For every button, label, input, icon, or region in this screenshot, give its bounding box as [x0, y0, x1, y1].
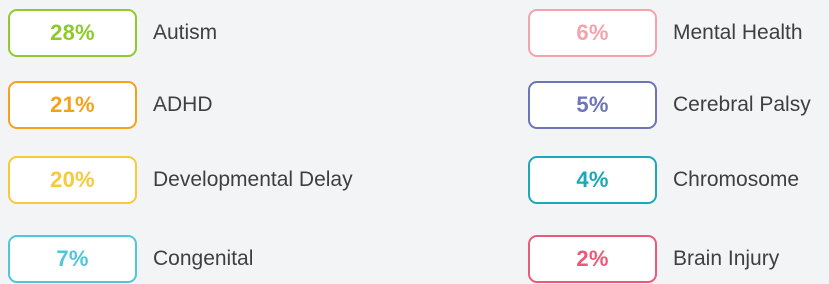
- stat-label: Chromosome: [673, 168, 800, 191]
- stat-item-brain-injury: 2% Brain Injury: [528, 234, 779, 284]
- stat-item-adhd: 21% ADHD: [8, 80, 213, 130]
- stat-label: Developmental Delay: [153, 168, 353, 191]
- stat-item-autism: 28% Autism: [8, 8, 217, 58]
- stat-percent: 7%: [8, 235, 137, 283]
- stat-label: Cerebral Palsy: [673, 93, 811, 116]
- stat-percent: 2%: [528, 235, 657, 283]
- stat-percent: 6%: [528, 9, 657, 57]
- stat-item-mental-health: 6% Mental Health: [528, 8, 803, 58]
- stat-percent: 5%: [528, 81, 657, 129]
- stat-item-developmental-delay: 20% Developmental Delay: [8, 155, 353, 205]
- stat-percent: 20%: [8, 156, 137, 204]
- stat-percent: 21%: [8, 81, 137, 129]
- stat-label: ADHD: [153, 93, 213, 116]
- stat-label: Brain Injury: [673, 247, 780, 270]
- stat-percent: 4%: [528, 156, 657, 204]
- stat-item-congenital: 7% Congenital: [8, 234, 253, 284]
- stat-label: Autism: [153, 21, 218, 44]
- stat-label: Mental Health: [673, 21, 803, 44]
- stat-percent: 28%: [8, 9, 137, 57]
- stat-item-chromosome: 4% Chromosome: [528, 155, 799, 205]
- stat-item-cerebral-palsy: 5% Cerebral Palsy: [528, 80, 811, 130]
- stat-label: Congenital: [153, 247, 254, 270]
